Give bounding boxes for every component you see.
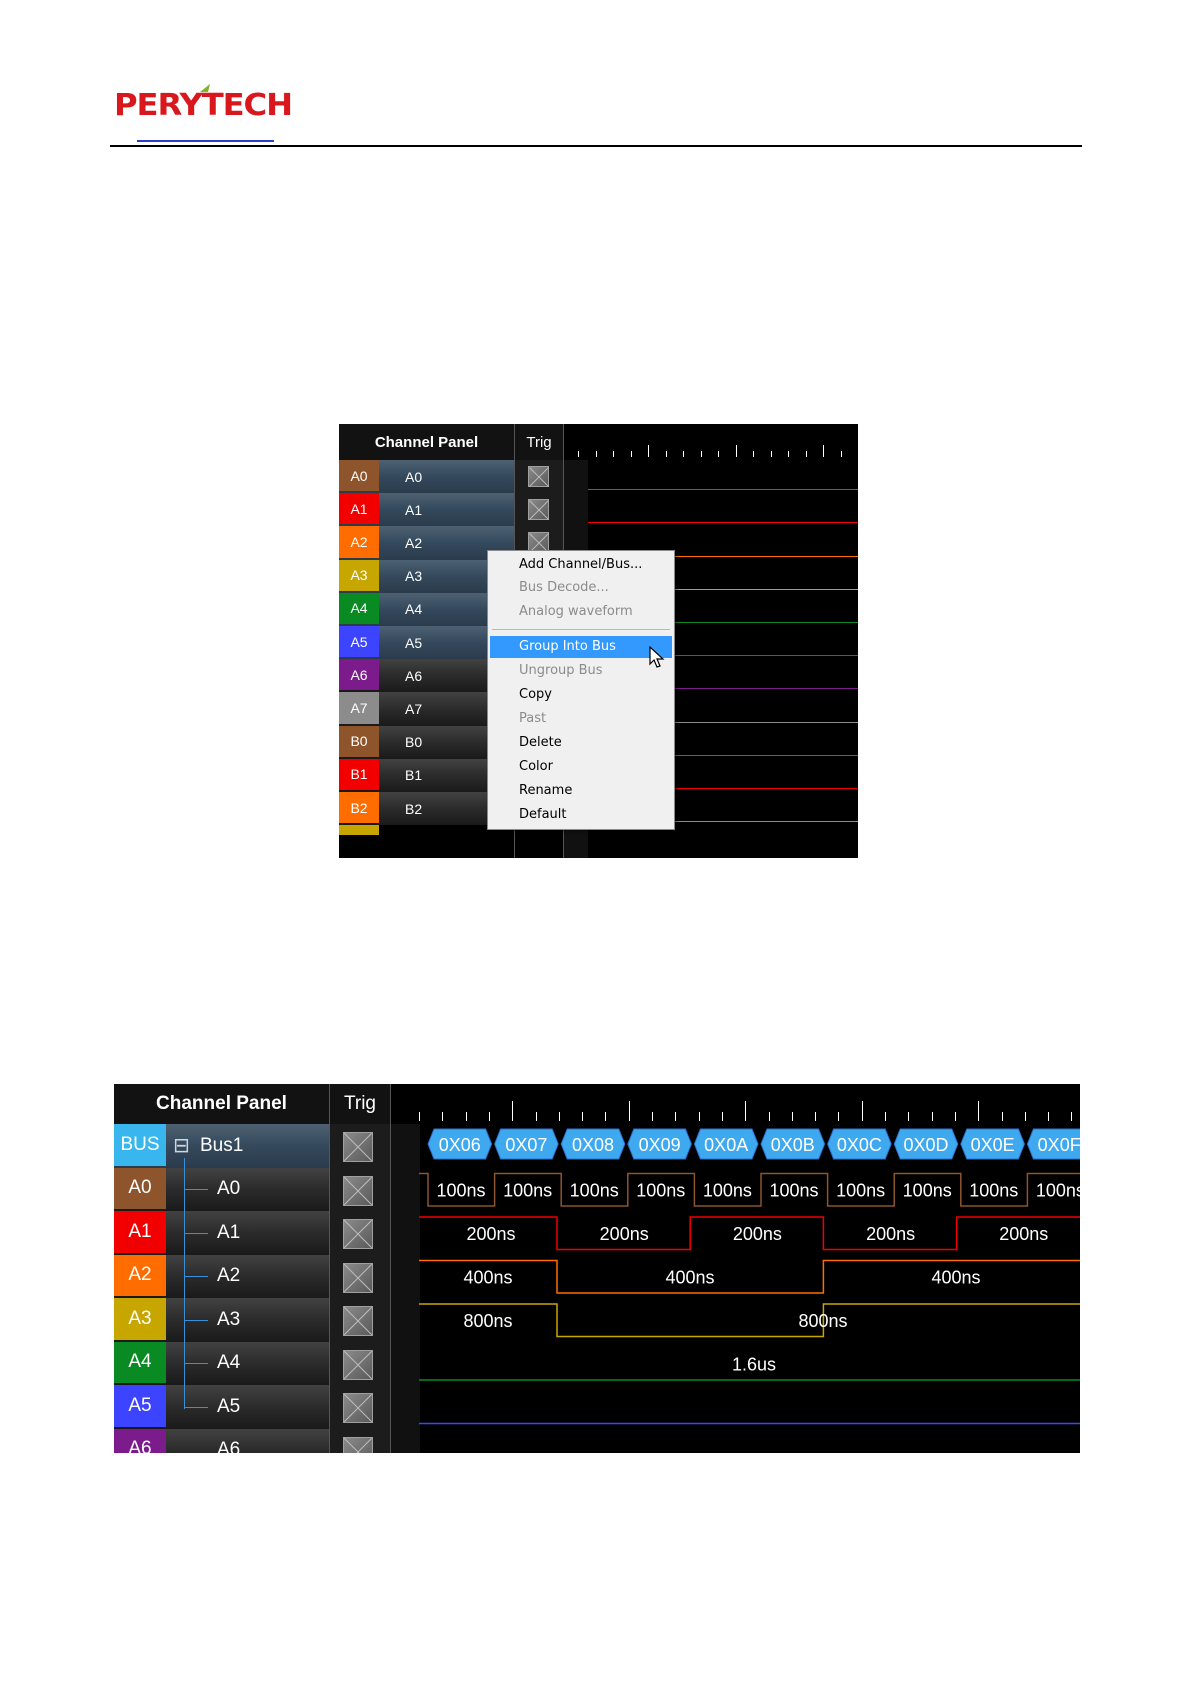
channel-color-chip[interactable]: A0 [339, 460, 379, 492]
ruler-tick [700, 451, 702, 457]
waveform-period-label: 100ns [969, 1180, 1018, 1200]
ruler-tick [613, 451, 614, 457]
waveform-period-label: 100ns [503, 1180, 552, 1200]
waveform-period-label: 100ns [1036, 1180, 1080, 1200]
menu-item-copy[interactable]: Copy [490, 684, 672, 706]
waveform-period-label: 100ns [769, 1180, 818, 1200]
menu-item-color[interactable]: Color [490, 755, 672, 777]
trigger-checkbox[interactable] [528, 499, 549, 521]
waveform-period-label: 100ns [636, 1180, 685, 1200]
channel-color-chip[interactable]: A4 [339, 592, 379, 624]
waveform-period-label: 100ns [903, 1180, 952, 1200]
waveform-period-label: 100ns [436, 1180, 485, 1200]
ruler-tick [630, 451, 632, 457]
channel-name[interactable]: B2 [405, 792, 422, 825]
waveform-period-label: 200ns [600, 1224, 649, 1244]
menu-item-past: Past [519, 710, 547, 726]
waveform-period-label: 100ns [570, 1180, 619, 1200]
channel-name[interactable]: A2 [405, 526, 422, 559]
menu-separator [492, 628, 670, 630]
channel-color-chip[interactable]: A5 [339, 626, 379, 658]
waveform-period-label: 400ns [665, 1267, 714, 1287]
mouse-pointer-icon [649, 646, 665, 668]
header-rule [110, 145, 1082, 147]
menu-item-ungroup-bus: Ungroup Bus [519, 663, 603, 679]
channel-name[interactable]: B0 [405, 726, 422, 759]
channel-color-chip[interactable]: A6 [339, 659, 379, 691]
channel-row[interactable]: A0 A0 [339, 460, 514, 494]
waveform-trace [588, 522, 858, 524]
context-menu: Add Channel/Bus... Bus Decode... Analog wa… [487, 550, 675, 830]
channel-name[interactable]: B1 [405, 759, 422, 792]
header-link-underline[interactable] [137, 140, 274, 142]
waveform-period-label: 400ns [463, 1267, 512, 1287]
ruler-tick [683, 451, 684, 457]
menu-item-analog-waveform: Analog waveform [519, 604, 633, 620]
ruler-tick [648, 445, 649, 457]
channel-panel-screenshot-2: Channel Panel Trig BUS ⊟ Bus1 A0 A0 A1 A1 A2 A2 A… [114, 1084, 1080, 1453]
ruler-tick [840, 451, 842, 457]
channel-row[interactable]: A1 A1 [339, 493, 514, 527]
ruler-tick [753, 451, 754, 457]
menu-item-delete[interactable]: Delete [490, 731, 672, 753]
channel-color-chip [339, 825, 379, 836]
menu-item-group-into-bus[interactable]: Group Into Bus [490, 635, 672, 658]
ruler-tick [578, 451, 579, 457]
waveform-period-label: 200ns [999, 1224, 1048, 1244]
channel-name[interactable]: A3 [405, 560, 422, 593]
trigger-checkbox[interactable] [528, 466, 549, 487]
waveform-period-label: 200ns [466, 1224, 515, 1244]
channel-name[interactable]: A0 [405, 460, 422, 493]
waveform-period-label: 100ns [836, 1180, 885, 1200]
ruler-tick [595, 451, 597, 457]
channel-color-chip[interactable]: A2 [339, 526, 379, 558]
waveform-period-label: 800ns [798, 1311, 847, 1331]
menu-item-add-channel-bus[interactable]: Add Channel/Bus... [490, 553, 672, 575]
menu-item-rename[interactable]: Rename [490, 779, 672, 801]
ruler-tick [788, 451, 789, 457]
channel-name[interactable]: A1 [405, 493, 422, 526]
channel-color-chip[interactable]: A3 [339, 559, 379, 591]
waveform-period-label: 1.6us [732, 1354, 776, 1374]
waveform-period-label: 400ns [931, 1267, 980, 1287]
ruler-tick [665, 451, 667, 457]
channel-name[interactable]: A6 [405, 659, 422, 692]
ruler-tick [718, 451, 719, 457]
menu-item-default[interactable]: Default [490, 803, 672, 825]
waveform-a3 [419, 1303, 1080, 1338]
ruler-tick [805, 451, 807, 457]
ruler-tick [735, 445, 737, 457]
channel-color-chip[interactable]: B1 [339, 758, 379, 790]
channel-name[interactable]: A4 [405, 593, 422, 626]
waveform-period-label: 200ns [733, 1224, 782, 1244]
channel-color-chip[interactable]: B0 [339, 725, 379, 757]
channel-name[interactable]: A5 [405, 626, 422, 659]
trig-column-title: Trig [526, 433, 552, 451]
channel-color-chip[interactable]: B2 [339, 792, 379, 824]
menu-item-bus-decode: Bus Decode... [519, 580, 609, 596]
channel-color-chip[interactable]: A7 [339, 692, 379, 724]
channel-color-chip[interactable]: A1 [339, 493, 379, 525]
ruler-tick [823, 445, 824, 457]
waveform-a2 [419, 1259, 1080, 1294]
digital-waveforms: 100ns 100ns 100ns 100ns 100ns 100ns 100ns 100ns… [419, 1172, 1080, 1425]
waveform-trace [588, 489, 858, 491]
ruler-tick [770, 451, 772, 457]
svg-text:PERYTECH: PERYTECH [114, 88, 292, 122]
waveform-period-label: 800ns [463, 1311, 512, 1331]
channel-name[interactable]: A7 [405, 692, 422, 725]
channel-panel-title: Channel Panel [374, 433, 479, 451]
waveform-period-label: 200ns [866, 1224, 915, 1244]
time-ruler[interactable] [564, 424, 858, 460]
perytech-logo: PERYTECH [114, 84, 293, 122]
waveform-period-label: 100ns [703, 1180, 752, 1200]
